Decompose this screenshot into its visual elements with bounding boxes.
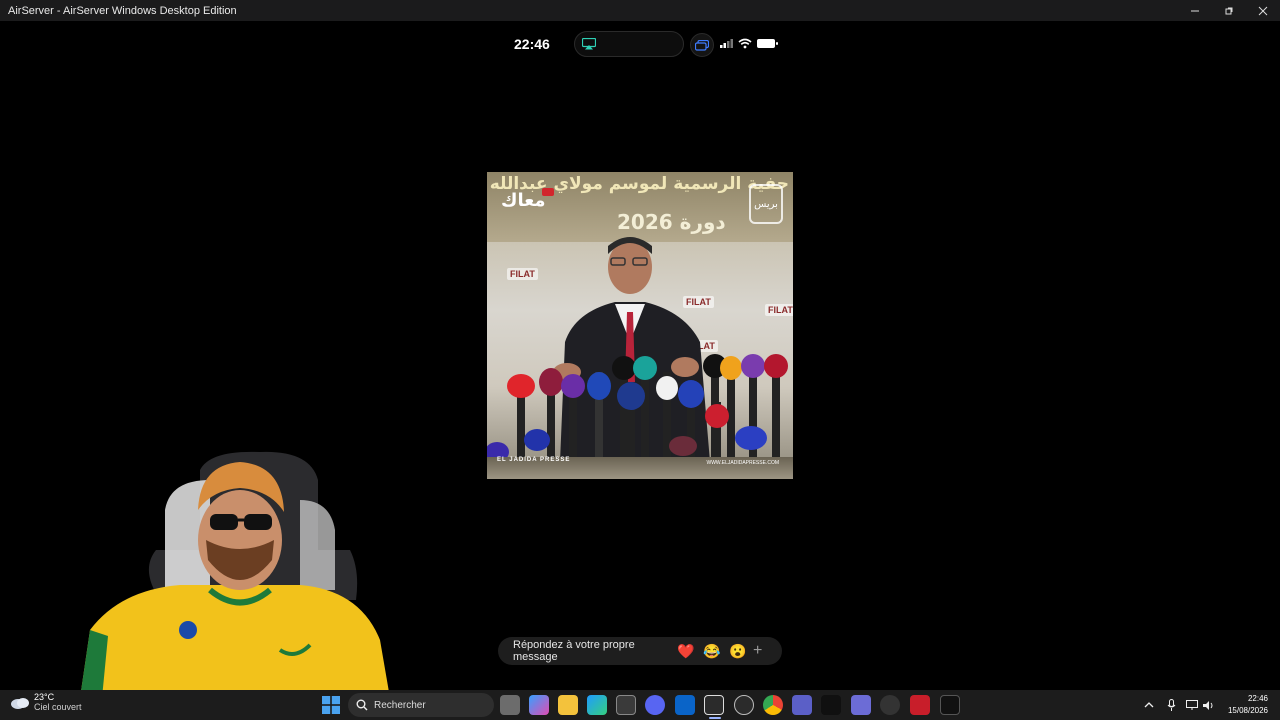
story-video[interactable]: حفية الرسمية لموسم مولاي عبدالله أمغار د… [487,172,793,479]
airplay-icon [582,38,596,50]
reply-bar[interactable]: Répondez à votre propre message ❤️ 😂 😮 + [498,637,782,665]
backdrop-logo: FILAT [765,304,793,316]
logo-right-text: بريس [754,198,778,210]
steam-icon[interactable] [734,695,754,715]
battery-icon [757,39,778,48]
file-explorer-icon[interactable] [558,695,578,715]
store-icon[interactable] [616,695,636,715]
channel-logo-left: معاك [501,188,554,211]
wifi-icon [738,38,752,49]
signal-icon [720,39,733,48]
webcam-overlay [80,451,390,698]
tray-chevron-icon[interactable] [1144,690,1154,720]
phone-time: 22:46 [514,36,550,52]
airserver-window: AirServer - AirServer Windows Desktop Ed… [0,0,1280,720]
cloud-icon [11,698,29,709]
nvidia-icon[interactable] [821,695,841,715]
gamepad-icon[interactable] [792,695,812,715]
minimize-button[interactable] [1178,0,1212,21]
obs-icon[interactable] [880,695,900,715]
video-footer-right: WWW.ELJADIDAPRESSE.COM [706,460,779,466]
task-view-icon[interactable] [500,695,520,715]
clock-date: 15/08/2026 [1227,706,1268,715]
close-button[interactable] [1246,0,1280,21]
chat-app-icon[interactable] [851,695,871,715]
taskbar-clock[interactable]: 22:46 15/08/2026 [1228,693,1268,717]
reaction-wow[interactable]: 😮 [725,637,751,665]
active-app-indicator [709,717,721,719]
weather-desc: Ciel couvert [34,702,82,712]
reaction-heart[interactable]: ❤️ [673,637,699,665]
volume-icon[interactable] [1203,690,1215,720]
add-reaction-button[interactable]: + [753,642,762,660]
banner-subtitle: دورة 2026 [617,210,726,234]
reaction-laugh[interactable]: 😂 [699,637,725,665]
microphone-icon[interactable] [1167,690,1176,720]
maximize-icon [1225,7,1233,14]
search-icon [356,699,368,711]
windows-taskbar: 23°C Ciel couvert Rechercher 22:46 15/08… [0,690,1280,720]
video-footer-left: EL JADIDA PRESSE [497,457,571,463]
screen-mirror-button[interactable] [690,33,714,57]
capcut-icon[interactable] [940,695,960,715]
maximize-button[interactable] [1212,0,1246,21]
edge-icon[interactable] [587,695,607,715]
clock-time: 22:46 [1247,694,1268,703]
weather-widget[interactable]: 23°C Ciel couvert [10,692,82,712]
search-placeholder: Rechercher [374,699,426,711]
logo-left-text: معاك [501,190,546,211]
reply-input[interactable]: Répondez à votre propre message [513,639,673,663]
mail-icon[interactable] [675,695,695,715]
channel-logo-right: بريس [749,184,783,224]
discord-icon[interactable] [645,695,665,715]
taskbar-search[interactable]: Rechercher [348,693,494,717]
window-title: AirServer - AirServer Windows Desktop Ed… [8,4,237,17]
title-bar: AirServer - AirServer Windows Desktop Ed… [0,0,1280,21]
backdrop-logo: FILAT [507,268,538,280]
microphone-cluster [487,354,788,462]
minimize-icon [1191,10,1199,11]
airserver-icon[interactable] [704,695,724,715]
close-icon [1258,6,1268,15]
network-icon[interactable] [1186,690,1198,720]
chrome-icon[interactable] [763,695,783,715]
screen-mirror-icon [695,39,709,51]
windows-start-icon[interactable] [322,696,340,714]
copilot-icon[interactable] [529,695,549,715]
phone-status-bar: 22:46 [0,30,1280,58]
dynamic-island [574,31,684,57]
video-editor-icon[interactable] [910,695,930,715]
weather-temp: 23°C [34,692,55,702]
